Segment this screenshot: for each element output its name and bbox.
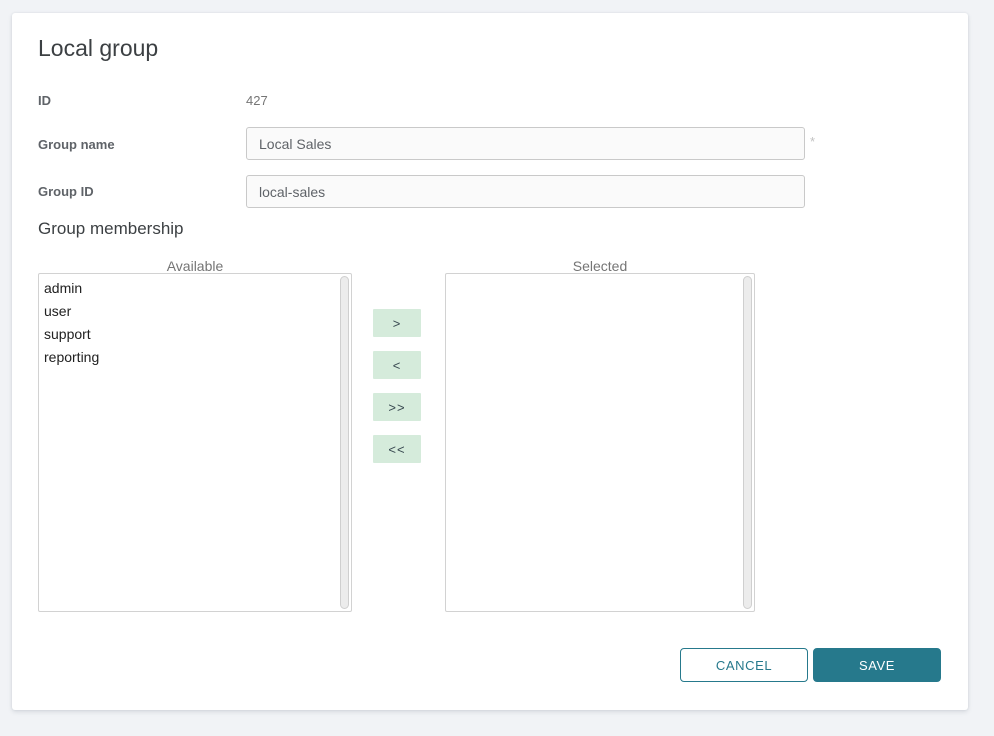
local-group-card: Local group ID 427 Group name * Group ID… xyxy=(12,13,968,710)
move-all-right-button[interactable]: >> xyxy=(373,393,421,421)
list-item[interactable]: user xyxy=(39,299,351,322)
page-title: Local group xyxy=(38,35,158,62)
available-listbox[interactable]: admin user support reporting xyxy=(38,273,352,612)
move-left-button[interactable]: < xyxy=(373,351,421,379)
list-item[interactable]: reporting xyxy=(39,345,351,368)
transfer-buttons: > < >> << xyxy=(373,309,421,463)
group-id-input[interactable] xyxy=(246,175,805,208)
available-list-label: Available xyxy=(38,258,352,274)
page-background: Local group ID 427 Group name * Group ID… xyxy=(0,0,994,736)
move-right-button[interactable]: > xyxy=(373,309,421,337)
save-button[interactable]: SAVE xyxy=(813,648,941,682)
selected-listbox[interactable] xyxy=(445,273,755,612)
footer-actions: CANCEL SAVE xyxy=(680,648,941,682)
group-membership-heading: Group membership xyxy=(38,219,184,239)
list-item[interactable]: admin xyxy=(39,276,351,299)
list-item[interactable]: support xyxy=(39,322,351,345)
cancel-button[interactable]: CANCEL xyxy=(680,648,808,682)
selected-scrollbar[interactable] xyxy=(743,276,752,609)
group-name-input[interactable] xyxy=(246,127,805,160)
id-value: 427 xyxy=(246,93,268,108)
required-marker: * xyxy=(810,134,815,149)
selected-list-label: Selected xyxy=(445,258,755,274)
available-scrollbar[interactable] xyxy=(340,276,349,609)
id-label: ID xyxy=(38,93,51,108)
move-all-left-button[interactable]: << xyxy=(373,435,421,463)
group-name-label: Group name xyxy=(38,137,115,152)
group-id-label: Group ID xyxy=(38,184,94,199)
